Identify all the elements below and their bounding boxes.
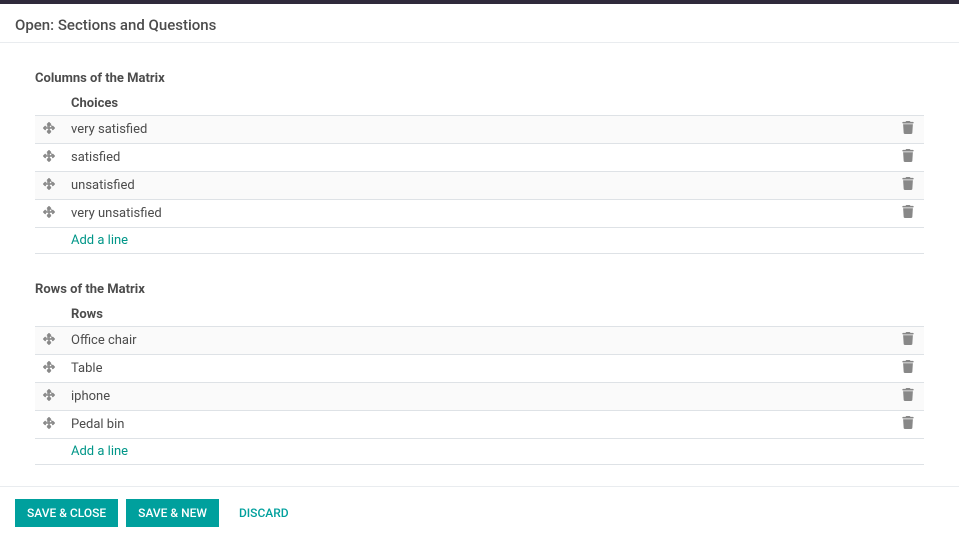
drag-handle-cell bbox=[35, 383, 63, 411]
move-icon[interactable] bbox=[43, 361, 55, 373]
drag-handle-cell bbox=[35, 172, 63, 200]
save-close-button[interactable]: SAVE & CLOSE bbox=[15, 499, 118, 527]
columns-header-trash bbox=[892, 92, 924, 116]
table-row[interactable]: unsatisfied bbox=[35, 172, 924, 200]
delete-cell bbox=[892, 116, 924, 144]
table-row[interactable]: very unsatisfied bbox=[35, 200, 924, 228]
table-row[interactable]: satisfied bbox=[35, 144, 924, 172]
add-line-spacer bbox=[35, 439, 63, 465]
table-row[interactable]: very satisfied bbox=[35, 116, 924, 144]
modal-footer: SAVE & CLOSE SAVE & NEW DISCARD bbox=[0, 486, 959, 539]
modal-title: Open: Sections and Questions bbox=[15, 16, 944, 34]
rows-header-handle bbox=[35, 303, 63, 327]
row-label[interactable]: Office chair bbox=[63, 327, 892, 355]
drag-handle-cell bbox=[35, 411, 63, 439]
row-label[interactable]: Pedal bin bbox=[63, 411, 892, 439]
move-icon[interactable] bbox=[43, 417, 55, 429]
trash-icon[interactable] bbox=[902, 177, 914, 190]
row-label[interactable]: very unsatisfied bbox=[63, 200, 892, 228]
row-label[interactable]: very satisfied bbox=[63, 116, 892, 144]
trash-icon[interactable] bbox=[902, 205, 914, 218]
drag-handle-cell bbox=[35, 327, 63, 355]
table-row[interactable]: Office chair bbox=[35, 327, 924, 355]
discard-button[interactable]: DISCARD bbox=[227, 499, 301, 527]
rows-section-heading: Rows of the Matrix bbox=[35, 282, 924, 297]
drag-handle-cell bbox=[35, 144, 63, 172]
table-row[interactable]: Pedal bin bbox=[35, 411, 924, 439]
trash-icon[interactable] bbox=[902, 360, 914, 373]
rows-header-trash bbox=[892, 303, 924, 327]
move-icon[interactable] bbox=[43, 389, 55, 401]
delete-cell bbox=[892, 411, 924, 439]
rows-table: Rows Office chairTableiphonePedal bin Add… bbox=[35, 303, 924, 465]
trash-icon[interactable] bbox=[902, 416, 914, 429]
trash-icon[interactable] bbox=[902, 121, 914, 134]
rows-header-label: Rows bbox=[63, 303, 892, 327]
move-icon[interactable] bbox=[43, 333, 55, 345]
drag-handle-cell bbox=[35, 116, 63, 144]
add-line-cell: Add a line bbox=[63, 228, 924, 254]
drag-handle-cell bbox=[35, 355, 63, 383]
delete-cell bbox=[892, 144, 924, 172]
delete-cell bbox=[892, 200, 924, 228]
trash-icon[interactable] bbox=[902, 149, 914, 162]
modal-body: Columns of the Matrix Choices very satis… bbox=[0, 43, 959, 486]
move-icon[interactable] bbox=[43, 206, 55, 218]
columns-header-choices: Choices bbox=[63, 92, 892, 116]
move-icon[interactable] bbox=[43, 150, 55, 162]
row-label[interactable]: iphone bbox=[63, 383, 892, 411]
modal-header: Open: Sections and Questions bbox=[0, 4, 959, 43]
add-line-spacer bbox=[35, 228, 63, 254]
delete-cell bbox=[892, 383, 924, 411]
add-line-row: Add a line bbox=[35, 439, 924, 465]
columns-table: Choices very satisfiedsatisfiedunsatisfi… bbox=[35, 92, 924, 254]
trash-icon[interactable] bbox=[902, 332, 914, 345]
columns-section-heading: Columns of the Matrix bbox=[35, 71, 924, 86]
columns-header-handle bbox=[35, 92, 63, 116]
add-line-cell: Add a line bbox=[63, 439, 924, 465]
table-row[interactable]: Table bbox=[35, 355, 924, 383]
row-label[interactable]: Table bbox=[63, 355, 892, 383]
row-label[interactable]: satisfied bbox=[63, 144, 892, 172]
row-label[interactable]: unsatisfied bbox=[63, 172, 892, 200]
move-icon[interactable] bbox=[43, 178, 55, 190]
add-line-row: Add a line bbox=[35, 228, 924, 254]
add-line-link[interactable]: Add a line bbox=[71, 233, 128, 248]
add-line-link[interactable]: Add a line bbox=[71, 444, 128, 459]
delete-cell bbox=[892, 355, 924, 383]
table-row[interactable]: iphone bbox=[35, 383, 924, 411]
delete-cell bbox=[892, 327, 924, 355]
save-new-button[interactable]: SAVE & NEW bbox=[126, 499, 219, 527]
move-icon[interactable] bbox=[43, 122, 55, 134]
drag-handle-cell bbox=[35, 200, 63, 228]
modal-dialog: Open: Sections and Questions Columns of … bbox=[0, 4, 959, 539]
trash-icon[interactable] bbox=[902, 388, 914, 401]
delete-cell bbox=[892, 172, 924, 200]
